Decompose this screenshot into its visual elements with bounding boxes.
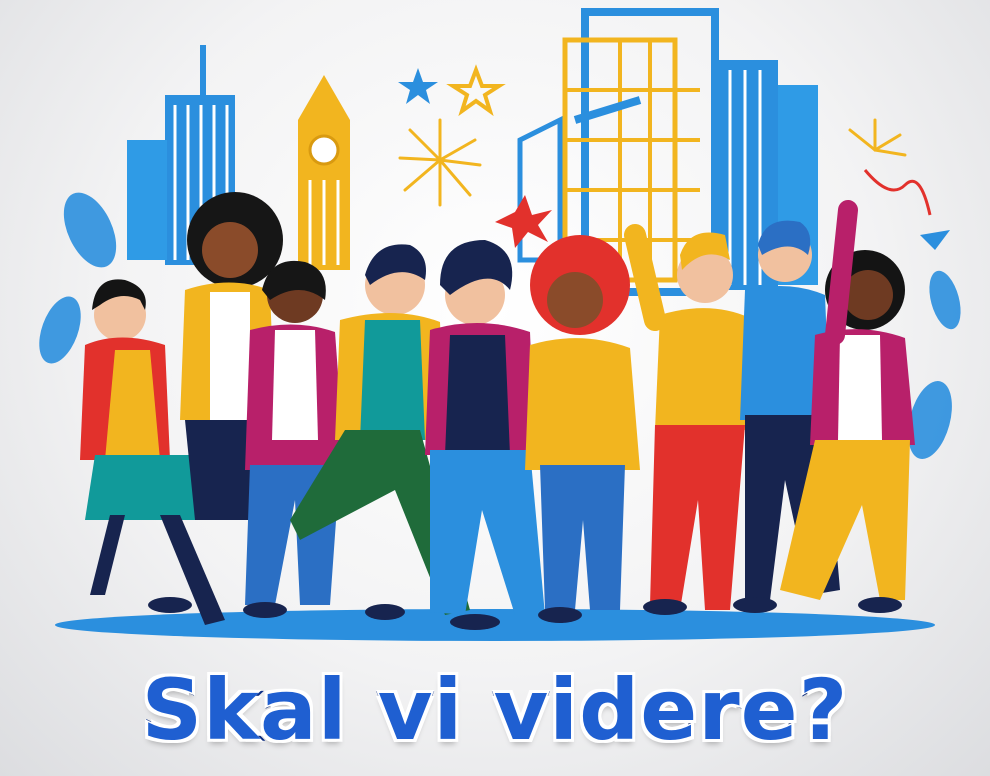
- caption-text: Skal vi videre?: [140, 659, 850, 761]
- firework-icon: [495, 195, 552, 248]
- clock-tower-icon: [298, 75, 350, 270]
- firework-icon: [398, 118, 482, 207]
- star-icon: [398, 64, 506, 117]
- firework-icon: [848, 118, 907, 157]
- illustration: [39, 8, 961, 641]
- caption: Skal vi videre?: [0, 655, 990, 765]
- people-crowd-icon: [80, 192, 915, 630]
